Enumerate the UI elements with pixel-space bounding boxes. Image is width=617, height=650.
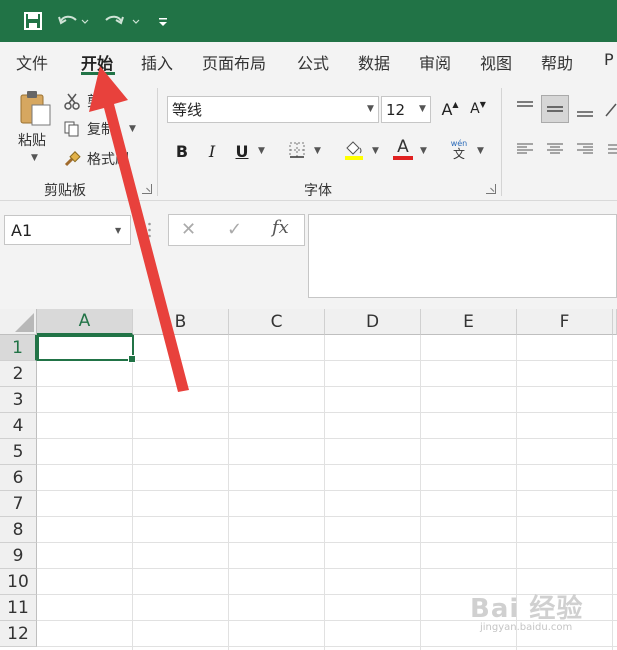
red-arrow [89, 66, 189, 392]
baidu-watermark: Bai 经验 [470, 594, 584, 624]
baidu-watermark-url: jingyan.baidu.com [480, 622, 573, 633]
annotation-arrow [89, 66, 189, 392]
